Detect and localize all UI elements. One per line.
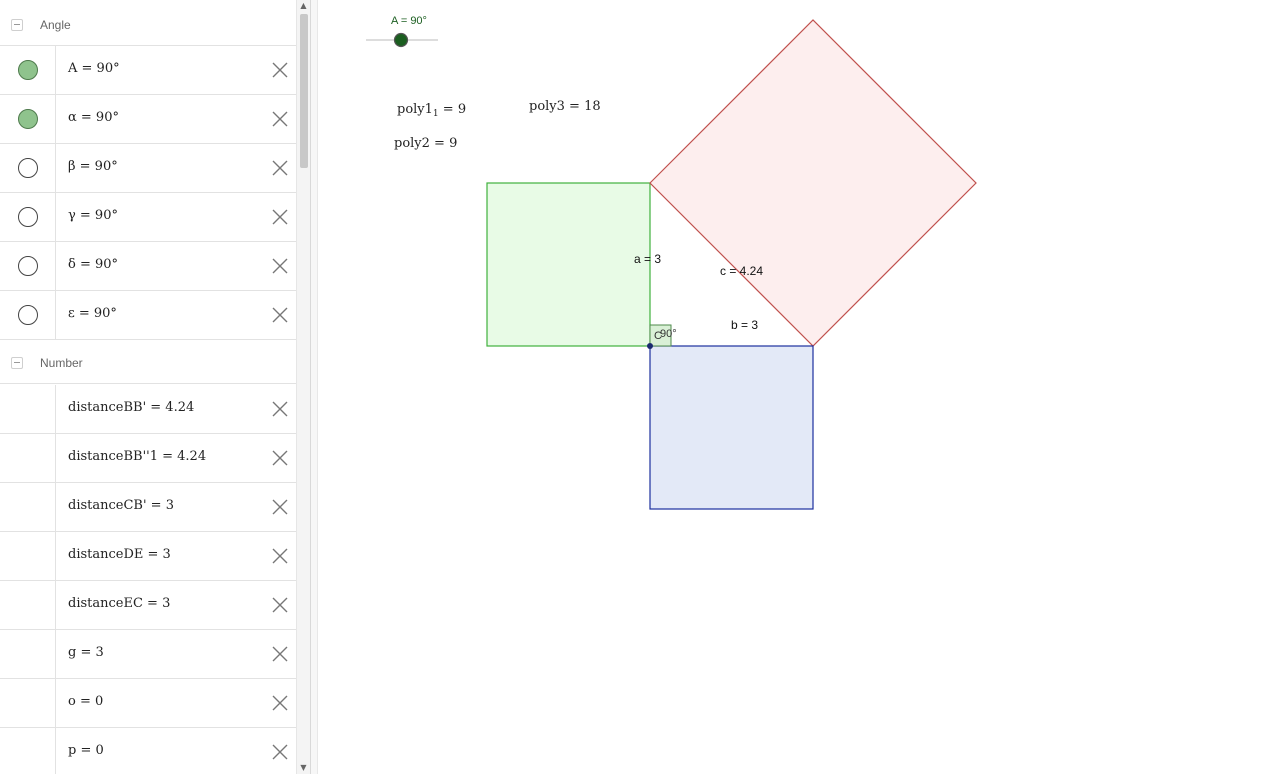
algebra-expression[interactable]: p = 0 xyxy=(68,743,104,758)
marble-cell xyxy=(0,144,56,192)
algebra-expression[interactable]: distanceBB' = 4.24 xyxy=(68,400,194,415)
algebra-view: Angle A = 90° α = 90° β = 90° γ = 90° δ … xyxy=(0,0,296,774)
slider-label: A = 90° xyxy=(391,15,427,27)
algebra-expression[interactable]: g = 3 xyxy=(68,645,104,660)
algebra-expression[interactable]: ε = 90° xyxy=(68,306,117,321)
square-poly3[interactable] xyxy=(649,19,977,347)
delete-icon[interactable] xyxy=(270,595,290,615)
text-poly2[interactable]: poly2 = 9 xyxy=(394,136,457,151)
algebra-row-gamma[interactable]: γ = 90° xyxy=(0,193,296,242)
angle-label: 90° xyxy=(660,328,677,340)
algebra-row-g[interactable]: g = 3 xyxy=(0,630,296,679)
delete-icon[interactable] xyxy=(270,693,290,713)
segment-label-a: a = 3 xyxy=(634,252,661,266)
group-label-number: Number xyxy=(40,356,83,370)
marble-cell xyxy=(0,630,56,678)
marble-cell xyxy=(0,242,56,290)
delete-icon[interactable] xyxy=(270,305,290,325)
group-label-angle: Angle xyxy=(40,18,71,32)
visibility-toggle[interactable] xyxy=(18,60,38,80)
algebra-expression[interactable]: α = 90° xyxy=(68,110,119,125)
segment-label-b: b = 3 xyxy=(731,318,758,332)
marble-cell xyxy=(0,532,56,580)
group-header-angle[interactable]: Angle xyxy=(0,2,296,46)
visibility-toggle[interactable] xyxy=(18,109,38,129)
slider-handle[interactable] xyxy=(393,32,409,48)
algebra-row-p[interactable]: p = 0 xyxy=(0,728,296,774)
algebra-row-beta[interactable]: β = 90° xyxy=(0,144,296,193)
algebra-expression[interactable]: γ = 90° xyxy=(68,208,118,223)
square-poly2[interactable] xyxy=(649,345,814,510)
algebra-expression[interactable]: distanceCB' = 3 xyxy=(68,498,174,513)
marble-cell xyxy=(0,483,56,531)
graphics-view[interactable]: A = 90° poly11 = 9 poly2 = 9 poly3 = 18 … xyxy=(318,0,1278,774)
algebra-row-distanceCB[interactable]: distanceCB' = 3 xyxy=(0,483,296,532)
visibility-toggle[interactable] xyxy=(18,158,38,178)
square-poly1[interactable] xyxy=(486,182,651,347)
algebra-row-o[interactable]: o = 0 xyxy=(0,679,296,728)
marble-cell xyxy=(0,581,56,629)
delete-icon[interactable] xyxy=(270,256,290,276)
point-c[interactable] xyxy=(647,343,653,349)
scroll-down-arrow-icon[interactable]: ▼ xyxy=(297,762,310,774)
algebra-expression[interactable]: distanceEC = 3 xyxy=(68,596,170,611)
marble-cell xyxy=(0,95,56,143)
delete-icon[interactable] xyxy=(270,207,290,227)
marble-cell xyxy=(0,193,56,241)
algebra-expression[interactable]: distanceBB''1 = 4.24 xyxy=(68,449,206,464)
algebra-expression[interactable]: A = 90° xyxy=(68,61,120,76)
algebra-row-distanceBB1[interactable]: distanceBB''1 = 4.24 xyxy=(0,434,296,483)
visibility-toggle[interactable] xyxy=(18,207,38,227)
marble-cell xyxy=(0,679,56,727)
delete-icon[interactable] xyxy=(270,158,290,178)
marble-cell xyxy=(0,46,56,94)
delete-icon[interactable] xyxy=(270,109,290,129)
delete-icon[interactable] xyxy=(270,399,290,419)
visibility-toggle[interactable] xyxy=(18,305,38,325)
marble-cell xyxy=(0,385,56,433)
algebra-scrollbar[interactable]: ▲ ▼ xyxy=(296,0,310,774)
algebra-row-epsilon[interactable]: ε = 90° xyxy=(0,291,296,340)
delete-icon[interactable] xyxy=(270,644,290,664)
text-poly1[interactable]: poly11 = 9 xyxy=(397,102,466,119)
delete-icon[interactable] xyxy=(270,448,290,468)
algebra-row-delta[interactable]: δ = 90° xyxy=(0,242,296,291)
visibility-toggle[interactable] xyxy=(18,256,38,276)
collapse-angle-icon[interactable] xyxy=(11,19,23,31)
algebra-expression[interactable]: δ = 90° xyxy=(68,257,118,272)
scroll-up-arrow-icon[interactable]: ▲ xyxy=(297,0,310,12)
segment-label-c: c = 4.24 xyxy=(720,264,763,278)
marble-cell xyxy=(0,434,56,482)
algebra-expression[interactable]: o = 0 xyxy=(68,694,103,709)
delete-icon[interactable] xyxy=(270,60,290,80)
delete-icon[interactable] xyxy=(270,742,290,762)
algebra-row-A[interactable]: A = 90° xyxy=(0,46,296,95)
algebra-row-distanceDE[interactable]: distanceDE = 3 xyxy=(0,532,296,581)
text-poly3[interactable]: poly3 = 18 xyxy=(529,99,601,114)
view-divider[interactable] xyxy=(310,0,318,774)
marble-cell xyxy=(0,728,56,774)
delete-icon[interactable] xyxy=(270,546,290,566)
collapse-number-icon[interactable] xyxy=(11,357,23,369)
algebra-row-alpha[interactable]: α = 90° xyxy=(0,95,296,144)
algebra-row-distanceBB[interactable]: distanceBB' = 4.24 xyxy=(0,385,296,434)
group-header-number[interactable]: Number xyxy=(0,340,296,384)
delete-icon[interactable] xyxy=(270,497,290,517)
algebra-expression[interactable]: distanceDE = 3 xyxy=(68,547,171,562)
algebra-row-distanceEC[interactable]: distanceEC = 3 xyxy=(0,581,296,630)
marble-cell xyxy=(0,291,56,339)
scroll-thumb[interactable] xyxy=(300,14,308,168)
algebra-expression[interactable]: β = 90° xyxy=(68,159,118,174)
